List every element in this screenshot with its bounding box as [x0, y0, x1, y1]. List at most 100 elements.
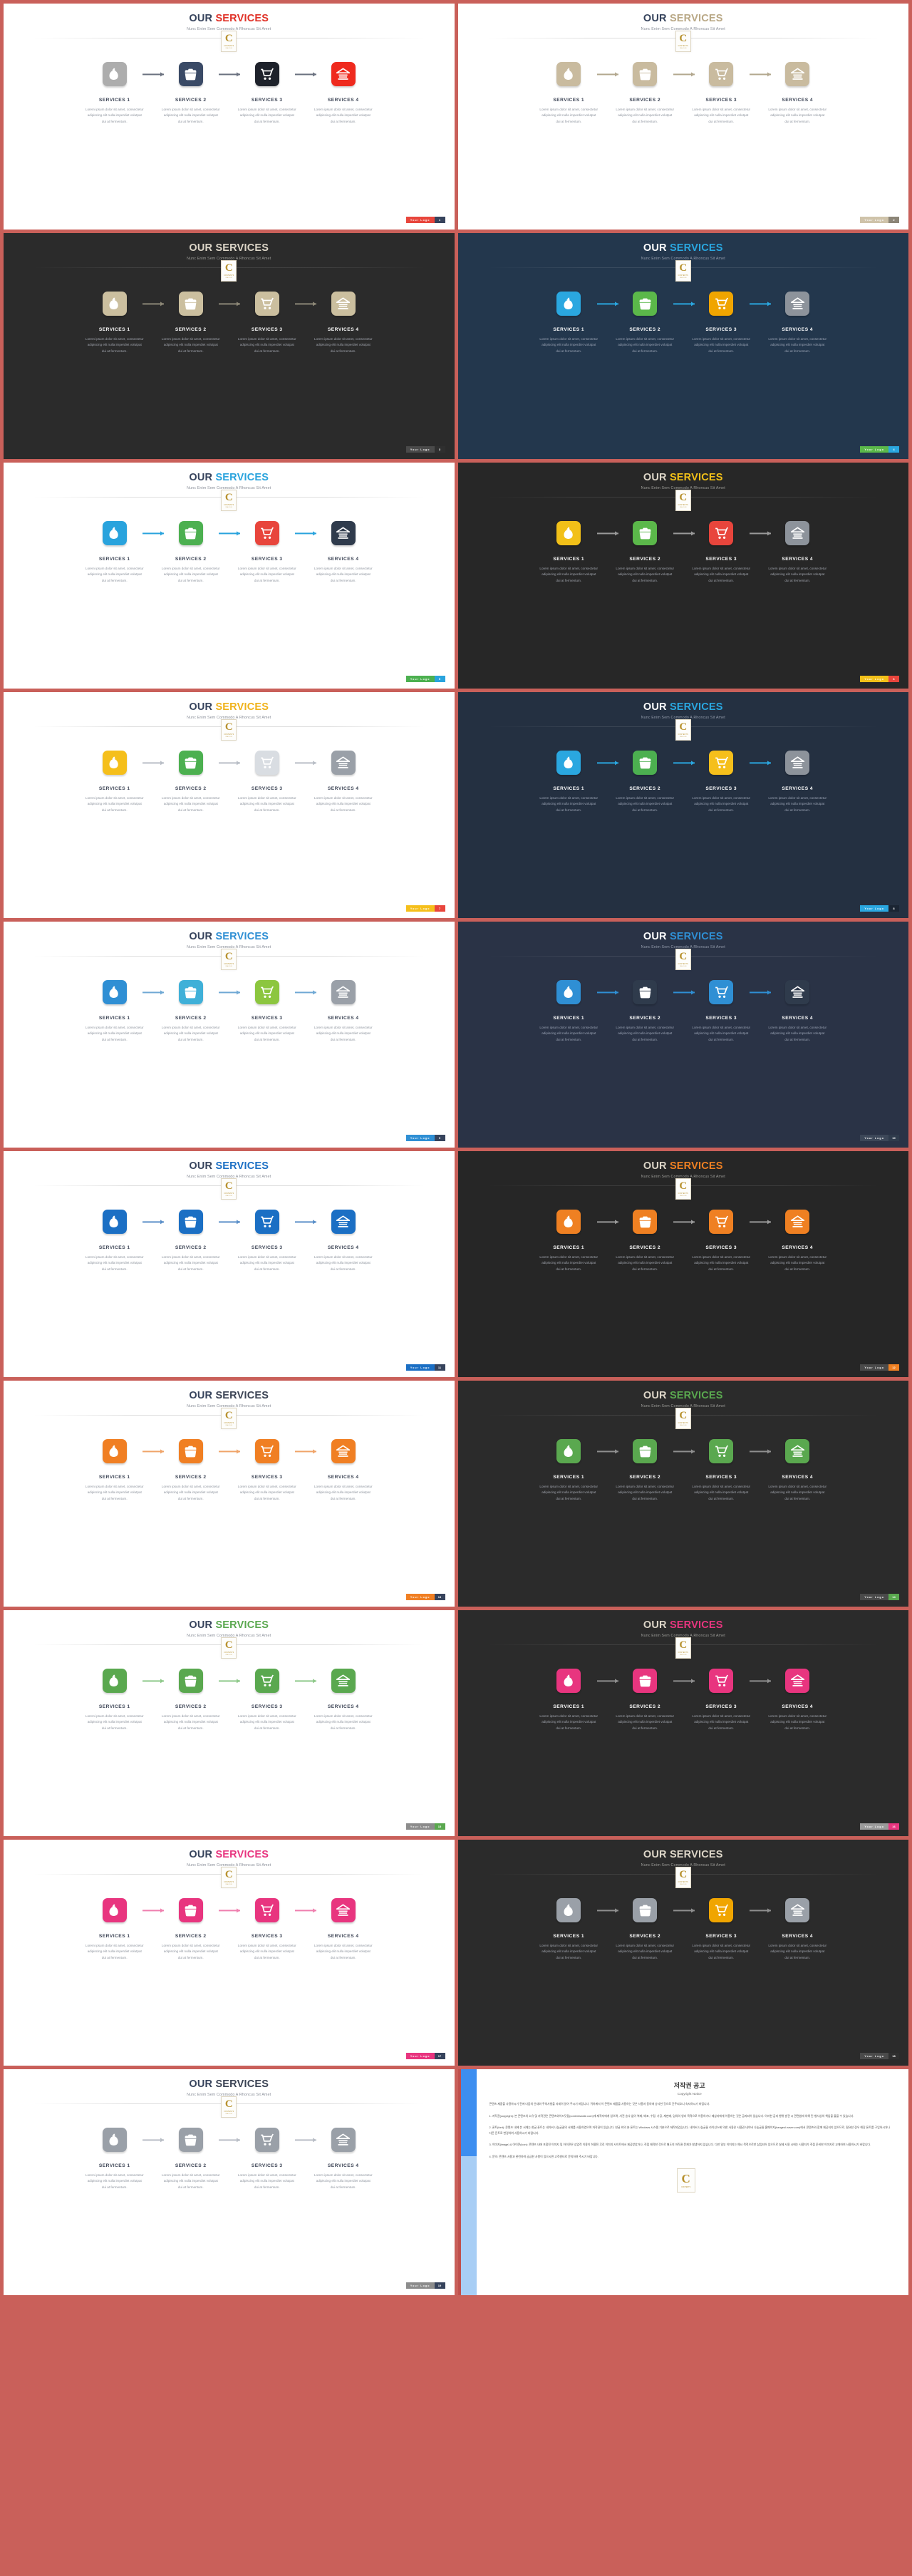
- footer-badge[interactable]: Your Logo 13: [405, 1594, 445, 1600]
- money-bag-icon[interactable]: S: [102, 62, 127, 87]
- shopping-cart-icon[interactable]: [254, 980, 279, 1005]
- service-item[interactable]: SERVICES 4 Lorem ipsum dolor sit amet, co…: [760, 1436, 836, 1501]
- service-item[interactable]: S SERVICES 1 Lorem ipsum dolor sit amet, c…: [531, 1436, 618, 1501]
- service-item[interactable]: SERVICES 2 Lorem ipsum dolor sit amet, co…: [607, 58, 695, 124]
- service-item[interactable]: SERVICES 4 Lorem ipsum dolor sit amet, co…: [305, 977, 381, 1042]
- service-item[interactable]: SERVICES 2 Lorem ipsum dolor sit amet, co…: [152, 2124, 241, 2190]
- slide-thumbnail[interactable]: OUR SERVICES Nunc Enim Sem Commodo A Rho…: [4, 1610, 455, 1836]
- service-item[interactable]: SERVICES 2 Lorem ipsum dolor sit amet, co…: [152, 288, 241, 354]
- money-bag-icon[interactable]: S: [102, 521, 127, 546]
- service-item[interactable]: S SERVICES 1 Lorem ipsum dolor sit amet, c…: [531, 977, 618, 1042]
- slide-thumbnail[interactable]: OUR SERVICES Nunc Enim Sem Commodo A Rho…: [4, 2069, 455, 2295]
- footer-badge[interactable]: Your Logo 18: [860, 2053, 899, 2059]
- slide-thumbnail[interactable]: OUR SERVICES Nunc Enim Sem Commodo A Rho…: [457, 1381, 908, 1607]
- money-bag-icon[interactable]: S: [556, 980, 581, 1005]
- service-item[interactable]: SERVICES 3 Lorem ipsum dolor sit amet, co…: [683, 1436, 771, 1501]
- money-bag-icon[interactable]: S: [102, 1210, 127, 1235]
- service-item[interactable]: SERVICES 4 Lorem ipsum dolor sit amet, co…: [760, 58, 836, 124]
- service-item[interactable]: SERVICES 3 Lorem ipsum dolor sit amet, co…: [229, 1206, 317, 1272]
- slide-thumbnail[interactable]: OUR SERVICES Nunc Enim Sem Commodo A Rho…: [4, 1840, 455, 2066]
- service-item[interactable]: SERVICES 3 Lorem ipsum dolor sit amet, co…: [683, 1206, 771, 1272]
- camera-basket-icon[interactable]: [633, 521, 658, 546]
- footer-badge[interactable]: Your Logo 6: [860, 676, 899, 682]
- camera-basket-icon[interactable]: [633, 292, 658, 316]
- service-item[interactable]: SERVICES 2 Lorem ipsum dolor sit amet, co…: [152, 1206, 241, 1272]
- footer-badge[interactable]: Your Logo 12: [860, 1364, 899, 1371]
- bank-house-icon[interactable]: [331, 751, 356, 776]
- money-bag-icon[interactable]: S: [102, 751, 127, 776]
- camera-basket-icon[interactable]: [178, 980, 203, 1005]
- service-item[interactable]: SERVICES 2 Lorem ipsum dolor sit amet, co…: [152, 977, 241, 1042]
- service-item[interactable]: S SERVICES 1 Lorem ipsum dolor sit amet, c…: [76, 977, 165, 1042]
- bank-house-icon[interactable]: [331, 521, 356, 546]
- shopping-cart-icon[interactable]: [709, 1439, 734, 1464]
- service-item[interactable]: SERVICES 4 Lorem ipsum dolor sit amet, co…: [760, 1895, 836, 1960]
- bank-house-icon[interactable]: [785, 980, 810, 1005]
- footer-badge[interactable]: Your Logo 1: [405, 217, 445, 223]
- bank-house-icon[interactable]: [331, 62, 356, 87]
- service-item[interactable]: SERVICES 3 Lorem ipsum dolor sit amet, co…: [229, 288, 317, 354]
- service-item[interactable]: SERVICES 4 Lorem ipsum dolor sit amet, co…: [305, 288, 381, 354]
- service-item[interactable]: SERVICES 2 Lorem ipsum dolor sit amet, co…: [152, 747, 241, 813]
- service-item[interactable]: SERVICES 3 Lorem ipsum dolor sit amet, co…: [229, 747, 317, 813]
- slide-thumbnail[interactable]: OUR SERVICES Nunc Enim Sem Commodo A Rho…: [4, 4, 455, 230]
- service-item[interactable]: SERVICES 2 Lorem ipsum dolor sit amet, co…: [607, 1206, 695, 1272]
- service-item[interactable]: SERVICES 3 Lorem ipsum dolor sit amet, co…: [683, 58, 771, 124]
- slide-thumbnail[interactable]: OUR SERVICES Nunc Enim Sem Commodo A Rho…: [457, 1151, 908, 1377]
- slide-thumbnail[interactable]: OUR SERVICES Nunc Enim Sem Commodo A Rho…: [4, 463, 455, 689]
- service-item[interactable]: SERVICES 4 Lorem ipsum dolor sit amet, co…: [760, 1665, 836, 1731]
- money-bag-icon[interactable]: S: [102, 1898, 127, 1923]
- bank-house-icon[interactable]: [331, 1439, 356, 1464]
- money-bag-icon[interactable]: S: [102, 980, 127, 1005]
- bank-house-icon[interactable]: [331, 2128, 356, 2153]
- service-item[interactable]: SERVICES 4 Lorem ipsum dolor sit amet, co…: [760, 747, 836, 813]
- service-item[interactable]: SERVICES 4 Lorem ipsum dolor sit amet, co…: [305, 1895, 381, 1960]
- camera-basket-icon[interactable]: [178, 1210, 203, 1235]
- service-item[interactable]: SERVICES 4 Lorem ipsum dolor sit amet, co…: [760, 977, 836, 1042]
- money-bag-icon[interactable]: S: [556, 1439, 581, 1464]
- camera-basket-icon[interactable]: [633, 1439, 658, 1464]
- service-item[interactable]: SERVICES 3 Lorem ipsum dolor sit amet, co…: [229, 58, 317, 124]
- shopping-cart-icon[interactable]: [709, 1210, 734, 1235]
- bank-house-icon[interactable]: [331, 292, 356, 316]
- service-item[interactable]: SERVICES 3 Lorem ipsum dolor sit amet, co…: [229, 977, 317, 1042]
- footer-badge[interactable]: Your Logo 11: [405, 1364, 445, 1371]
- money-bag-icon[interactable]: S: [556, 292, 581, 316]
- shopping-cart-icon[interactable]: [254, 1669, 279, 1694]
- service-item[interactable]: S SERVICES 1 Lorem ipsum dolor sit amet, c…: [531, 1895, 618, 1960]
- shopping-cart-icon[interactable]: [254, 1210, 279, 1235]
- service-item[interactable]: S SERVICES 1 Lorem ipsum dolor sit amet, c…: [76, 1895, 165, 1960]
- slide-thumbnail[interactable]: OUR SERVICES Nunc Enim Sem Commodo A Rho…: [457, 233, 908, 459]
- service-item[interactable]: S SERVICES 1 Lorem ipsum dolor sit amet, c…: [76, 747, 165, 813]
- service-item[interactable]: S SERVICES 1 Lorem ipsum dolor sit amet, c…: [531, 1206, 618, 1272]
- camera-basket-icon[interactable]: [178, 521, 203, 546]
- money-bag-icon[interactable]: S: [556, 751, 581, 776]
- service-item[interactable]: SERVICES 2 Lorem ipsum dolor sit amet, co…: [152, 1895, 241, 1960]
- bank-house-icon[interactable]: [785, 751, 810, 776]
- service-item[interactable]: SERVICES 2 Lorem ipsum dolor sit amet, co…: [607, 977, 695, 1042]
- slide-thumbnail[interactable]: OUR SERVICES Nunc Enim Sem Commodo A Rho…: [457, 692, 908, 918]
- service-item[interactable]: S SERVICES 1 Lorem ipsum dolor sit amet, c…: [76, 1436, 165, 1501]
- service-item[interactable]: SERVICES 2 Lorem ipsum dolor sit amet, co…: [152, 58, 241, 124]
- service-item[interactable]: S SERVICES 1 Lorem ipsum dolor sit amet, c…: [76, 1665, 165, 1731]
- footer-badge[interactable]: Your Logo 10: [860, 1135, 899, 1141]
- slide-thumbnail[interactable]: OUR SERVICES Nunc Enim Sem Commodo A Rho…: [4, 1151, 455, 1377]
- bank-house-icon[interactable]: [785, 1898, 810, 1923]
- service-item[interactable]: S SERVICES 1 Lorem ipsum dolor sit amet, c…: [531, 58, 618, 124]
- service-item[interactable]: S SERVICES 1 Lorem ipsum dolor sit amet, c…: [76, 2124, 165, 2190]
- shopping-cart-icon[interactable]: [709, 1669, 734, 1694]
- bank-house-icon[interactable]: [785, 62, 810, 87]
- camera-basket-icon[interactable]: [178, 1898, 203, 1923]
- camera-basket-icon[interactable]: [178, 751, 203, 776]
- slide-thumbnail[interactable]: OUR SERVICES Nunc Enim Sem Commodo A Rho…: [457, 1610, 908, 1836]
- shopping-cart-icon[interactable]: [709, 292, 734, 316]
- service-item[interactable]: SERVICES 4 Lorem ipsum dolor sit amet, co…: [760, 1206, 836, 1272]
- bank-house-icon[interactable]: [331, 1210, 356, 1235]
- footer-badge[interactable]: Your Logo 7: [405, 905, 445, 912]
- money-bag-icon[interactable]: S: [102, 292, 127, 316]
- camera-basket-icon[interactable]: [178, 1439, 203, 1464]
- shopping-cart-icon[interactable]: [254, 292, 279, 316]
- service-item[interactable]: SERVICES 3 Lorem ipsum dolor sit amet, co…: [683, 517, 771, 583]
- service-item[interactable]: SERVICES 4 Lorem ipsum dolor sit amet, co…: [760, 288, 836, 354]
- bank-house-icon[interactable]: [331, 1898, 356, 1923]
